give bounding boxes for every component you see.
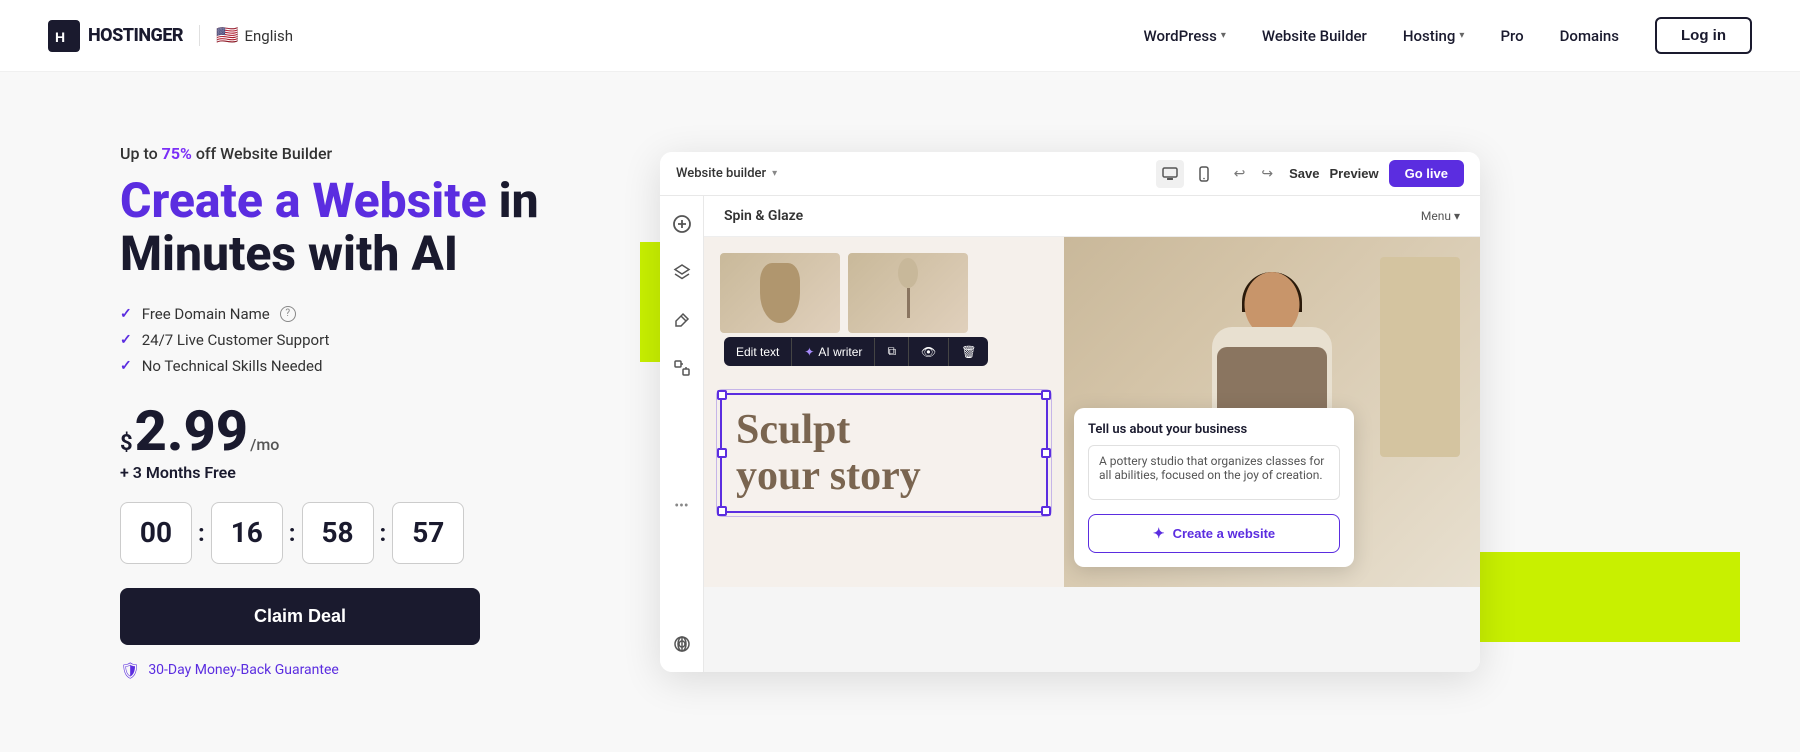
undo-redo-controls: ↩ ↪ — [1228, 161, 1279, 186]
go-live-button[interactable]: Go live — [1389, 160, 1464, 187]
resize-handle-tr[interactable] — [1041, 390, 1051, 400]
countdown-separator: : — [198, 519, 205, 547]
logo[interactable]: H HOSTINGER — [48, 20, 183, 52]
hero-photo: Tell us about your business ✦ Create a w… — [1064, 237, 1480, 587]
canvas-menu: Menu ▾ — [1421, 209, 1460, 223]
mobile-view-button[interactable] — [1190, 160, 1218, 188]
builder-topbar: Website builder ▾ ↩ ↪ — [660, 152, 1480, 196]
price-display: $ 2.99 /mo — [120, 403, 600, 459]
headline: Create a Website in Minutes with AI — [120, 175, 600, 281]
countdown-frames: 57 — [392, 502, 464, 564]
canvas-image-1 — [720, 253, 840, 333]
text-editing-box[interactable]: Sculptyour story — [720, 393, 1048, 513]
header-left: H HOSTINGER 🇺🇸 English — [48, 20, 293, 52]
resize-handle-ml[interactable] — [717, 448, 727, 458]
layers-tool[interactable] — [666, 256, 698, 288]
hostinger-logo-icon: H — [48, 20, 80, 52]
more-tools[interactable]: ••• — [666, 490, 698, 522]
site-header: H HOSTINGER 🇺🇸 English WordPress ▾ Websi… — [0, 0, 1800, 72]
edit-text-button[interactable]: Edit text — [724, 338, 792, 366]
resize-handle-mr[interactable] — [1041, 448, 1051, 458]
transform-tool[interactable] — [666, 352, 698, 384]
months-free: + 3 Months Free — [120, 463, 600, 482]
canvas-hero-section: Edit text ✦ AI writer ⧉ 👁 🗑 — [704, 237, 1480, 587]
delete-button[interactable]: 🗑 — [949, 338, 988, 366]
undo-button[interactable]: ↩ — [1228, 161, 1252, 186]
business-description-input[interactable] — [1088, 445, 1340, 500]
countdown-separator: : — [289, 519, 296, 547]
canvas-content-right: Tell us about your business ✦ Create a w… — [1064, 237, 1480, 587]
feature-item: ✓ Free Domain Name ? — [120, 305, 600, 323]
resize-handle-tl[interactable] — [717, 390, 727, 400]
redo-button[interactable]: ↪ — [1255, 161, 1279, 186]
language-label: English — [244, 27, 293, 45]
feature-item: ✓ 24/7 Live Customer Support — [120, 331, 600, 349]
canvas-site-header: Spin & Glaze Menu ▾ — [704, 196, 1480, 237]
hero-left: Up to 75% off Website Builder Create a W… — [120, 144, 600, 680]
eye-button[interactable]: 👁 — [909, 338, 949, 366]
sparkle-icon: ✦ — [1153, 525, 1165, 542]
check-icon: ✓ — [120, 306, 132, 322]
builder-sidebar: ••• — [660, 196, 704, 672]
sparkle-icon: ✦ — [804, 345, 814, 359]
main-nav: WordPress ▾ Website Builder Hosting ▾ Pr… — [1144, 17, 1753, 54]
vase-decoration — [760, 263, 800, 323]
countdown-hours: 00 — [120, 502, 192, 564]
shelf-decoration — [1380, 257, 1460, 457]
promo-text: Up to 75% off Website Builder — [120, 144, 600, 163]
builder-mockup-container: Website builder ▾ ↩ ↪ — [660, 152, 1480, 672]
nav-website-builder[interactable]: Website Builder — [1262, 27, 1367, 45]
logo-text: HOSTINGER — [88, 25, 183, 46]
chevron-down-icon: ▾ — [1459, 30, 1464, 41]
shield-icon: 🛡 — [120, 661, 140, 680]
chevron-down-icon: ▾ — [772, 168, 777, 179]
text-edit-toolbar: Edit text ✦ AI writer ⧉ 👁 🗑 — [724, 337, 988, 366]
builder-actions: ↩ ↪ Save Preview Go live — [1156, 160, 1464, 188]
create-website-button[interactable]: ✦ Create a website — [1088, 514, 1340, 553]
resize-handle-br[interactable] — [1041, 506, 1051, 516]
canvas-image-2 — [848, 253, 968, 333]
canvas-thumbnail-images — [720, 253, 1048, 333]
sculpt-text-display: Sculptyour story — [736, 407, 1032, 499]
ai-popup-panel: Tell us about your business ✦ Create a w… — [1074, 408, 1354, 567]
check-icon: ✓ — [120, 332, 132, 348]
add-element-tool[interactable] — [666, 208, 698, 240]
nav-wordpress[interactable]: WordPress ▾ — [1144, 27, 1226, 45]
login-button[interactable]: Log in — [1655, 17, 1752, 54]
claim-deal-button[interactable]: Claim Deal — [120, 588, 480, 645]
preview-button[interactable]: Preview — [1329, 166, 1378, 181]
builder-body: ••• Spin & Glaze Menu ▾ — [660, 196, 1480, 672]
builder-preview: Website builder ▾ ↩ ↪ — [660, 152, 1720, 672]
device-toggle — [1156, 160, 1218, 188]
countdown-separator: : — [380, 519, 387, 547]
main-content: Up to 75% off Website Builder Create a W… — [0, 72, 1800, 752]
links-tool[interactable] — [666, 628, 698, 660]
resize-handle-bl[interactable] — [717, 506, 727, 516]
features-list: ✓ Free Domain Name ? ✓ 24/7 Live Custome… — [120, 305, 600, 375]
nav-domains[interactable]: Domains — [1560, 27, 1619, 45]
ai-popup-title: Tell us about your business — [1088, 422, 1340, 437]
chevron-down-icon: ▾ — [1221, 30, 1226, 41]
check-icon: ✓ — [120, 358, 132, 374]
builder-canvas: Spin & Glaze Menu ▾ — [704, 196, 1480, 672]
language-selector[interactable]: 🇺🇸 English — [199, 25, 293, 46]
guarantee-text: 🛡 30-Day Money-Back Guarantee — [120, 661, 600, 680]
nav-hosting[interactable]: Hosting ▾ — [1403, 27, 1465, 45]
help-icon[interactable]: ? — [280, 306, 296, 322]
countdown-timer: 00 : 16 : 58 : 57 — [120, 502, 600, 564]
svg-text:H: H — [55, 29, 65, 45]
feature-item: ✓ No Technical Skills Needed — [120, 357, 600, 375]
ai-writer-button[interactable]: ✦ AI writer — [792, 338, 875, 366]
countdown-minutes: 16 — [211, 502, 283, 564]
style-tool[interactable] — [666, 304, 698, 336]
copy-button[interactable]: ⧉ — [875, 337, 909, 366]
countdown-seconds: 58 — [302, 502, 374, 564]
flag-icon: 🇺🇸 — [216, 25, 238, 46]
save-button[interactable]: Save — [1289, 166, 1319, 181]
plant-decoration — [893, 268, 923, 318]
nav-pro[interactable]: Pro — [1500, 27, 1523, 45]
canvas-content-left: Edit text ✦ AI writer ⧉ 👁 🗑 — [704, 237, 1064, 587]
desktop-view-button[interactable] — [1156, 160, 1184, 188]
builder-title-tab[interactable]: Website builder ▾ — [676, 166, 777, 181]
